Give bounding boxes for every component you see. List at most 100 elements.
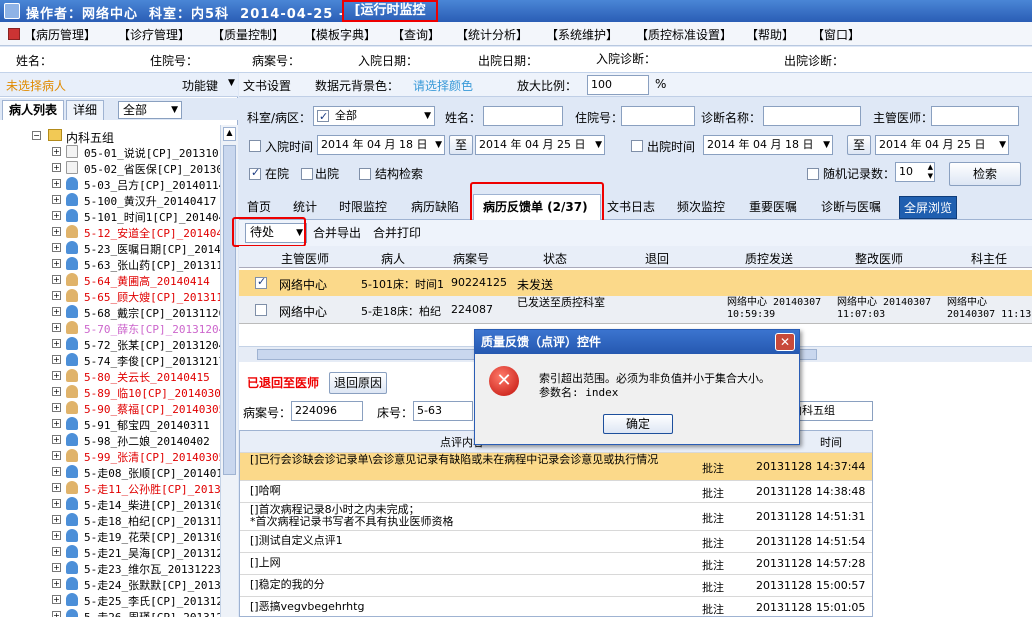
menu-treatment[interactable]: 【诊疗管理】	[118, 26, 190, 43]
random-count-input[interactable]: 10 ▲ ▼	[895, 162, 935, 182]
expand-icon[interactable]: +	[52, 179, 61, 188]
menu-window[interactable]: 【窗口】	[812, 26, 860, 43]
menu-help[interactable]: 【帮助】	[746, 26, 794, 43]
in-hosp-checkbox[interactable]	[249, 166, 261, 180]
expand-icon[interactable]: +	[52, 339, 61, 348]
expand-icon[interactable]: +	[52, 323, 61, 332]
list-item[interactable]: +5-80_关云长_20140415	[0, 368, 220, 384]
close-icon[interactable]: ✕	[775, 333, 795, 351]
list-item[interactable]: +5-走24_张默默[CP]_2013	[0, 576, 220, 592]
list-item[interactable]: +5-走14_柴进[CP]_201310	[0, 496, 220, 512]
func-dropdown-icon[interactable]: ▼	[228, 78, 235, 88]
list-item[interactable]: +5-65_顾大嫂[CP]_201311	[0, 288, 220, 304]
scroll-thumb[interactable]	[223, 145, 236, 475]
list-item[interactable]: +5-走08_张顺[CP]_201401	[0, 464, 220, 480]
diag-input[interactable]	[763, 106, 861, 126]
expand-icon[interactable]: +	[52, 579, 61, 588]
list-item[interactable]: +5-走21_吴海[CP]_201312	[0, 544, 220, 560]
row-checkbox[interactable]	[255, 275, 267, 289]
table-row[interactable]: []测试自定义点评1 批注 20131128 14:51:54	[240, 531, 872, 553]
dis-to-date[interactable]: 2014 年 04 月 25 日 ▼	[875, 135, 1009, 155]
random-checkbox[interactable]	[807, 168, 819, 180]
list-item[interactable]: +5-72_张某[CP]_20131204	[0, 336, 220, 352]
expand-icon[interactable]: +	[52, 147, 61, 156]
expand-icon[interactable]: +	[52, 211, 61, 220]
doctor-input[interactable]	[931, 106, 1019, 126]
expand-icon[interactable]: +	[52, 563, 61, 572]
tab-defects[interactable]: 病历缺陷	[411, 198, 459, 215]
list-item[interactable]: +5-走23_维尔瓦_20131223	[0, 560, 220, 576]
merge-export-button[interactable]: 合并导出	[313, 224, 361, 241]
tab-fullscreen[interactable]: 全屏浏览	[899, 196, 958, 219]
list-item[interactable]: +5-走11_公孙胜[CP]_2013	[0, 480, 220, 496]
menu-stats[interactable]: 【统计分析】	[456, 26, 528, 43]
tab-home[interactable]: 首页	[247, 198, 271, 215]
expand-icon[interactable]: +	[52, 515, 61, 524]
list-item[interactable]: +5-90_蔡福[CP]_20140305	[0, 400, 220, 416]
tab-stats[interactable]: 统计	[293, 198, 317, 215]
search-button[interactable]: 检索	[949, 162, 1021, 186]
dis-from-date[interactable]: 2014 年 04 月 18 日 ▼	[703, 135, 833, 155]
expand-icon[interactable]: +	[52, 499, 61, 508]
case-input[interactable]: 224096	[291, 401, 363, 421]
tab-doc-log[interactable]: 文书日志	[607, 198, 655, 215]
list-item[interactable]: +5-91_郁宝四_20140311	[0, 416, 220, 432]
row-checkbox[interactable]	[255, 304, 267, 316]
table-row[interactable]: []恶搞vegvbegehrhtg 批注 20131128 15:01:05	[240, 597, 872, 617]
table-row[interactable]: 网络中心 5-走18床：柏纪 224087 已发送至质控科室 网络中心 2014…	[239, 296, 1032, 324]
list-item[interactable]: +5-99_张清[CP]_20140305	[0, 448, 220, 464]
list-item[interactable]: +5-98_孙二娘_20140402	[0, 432, 220, 448]
list-item[interactable]: +05-01_说说[CP]_2013101	[0, 144, 220, 160]
list-item[interactable]: +5-63_张山药[CP]_201311	[0, 256, 220, 272]
tab-orders[interactable]: 重要医嘱	[749, 198, 797, 215]
out-hosp-checkbox[interactable]	[301, 168, 313, 180]
tab-diagnosis[interactable]: 诊断与医嘱	[821, 198, 881, 215]
table-row[interactable]: 网络中心 5-101床：时间1 90224125 未发送	[239, 270, 1032, 296]
expand-icon[interactable]: +	[52, 371, 61, 380]
bed-input[interactable]	[621, 106, 695, 126]
menu-quality[interactable]: 【质量控制】	[212, 26, 284, 43]
dept-select[interactable]: 全部 ▼	[313, 106, 435, 126]
list-item[interactable]: +5-100_黄汉升_20140417	[0, 192, 220, 208]
spinner-icon[interactable]: ▲ ▼	[928, 163, 933, 181]
doc-settings-button[interactable]: 文书设置	[243, 77, 291, 94]
menu-system[interactable]: 【系统维护】	[546, 26, 618, 43]
expand-icon[interactable]: +	[52, 483, 61, 492]
expand-icon[interactable]: +	[52, 291, 61, 300]
list-item[interactable]: +5-70_薛东[CP]_20131204	[0, 320, 220, 336]
discharge-time-checkbox[interactable]	[631, 140, 643, 152]
tab-patient-list[interactable]: 病人列表	[2, 100, 65, 120]
list-item[interactable]: +5-74_李俊[CP]_20131217	[0, 352, 220, 368]
table-row[interactable]: []稳定的我的分 批注 20131128 15:00:57	[240, 575, 872, 597]
tab-detail[interactable]: 详细	[66, 100, 105, 120]
tree-root[interactable]: − 内科五组	[0, 128, 220, 145]
expand-icon[interactable]: +	[52, 467, 61, 476]
expand-icon[interactable]: +	[52, 355, 61, 364]
list-item[interactable]: +5-走19_花荣[CP]_201310	[0, 528, 220, 544]
list-item[interactable]: +5-23_医嘱日期[CP]_2014	[0, 240, 220, 256]
struct-search-checkbox[interactable]	[359, 168, 371, 180]
list-item[interactable]: +5-64_黄圃高_20140414	[0, 272, 220, 288]
admit-to-date[interactable]: 2014 年 04 月 25 日 ▼	[475, 135, 605, 155]
menu-record[interactable]: 【病历管理】	[24, 26, 96, 43]
menu-query[interactable]: 【查询】	[392, 26, 440, 43]
expand-icon[interactable]: +	[52, 227, 61, 236]
list-item[interactable]: +5-12_安道全[CP]_201404	[0, 224, 220, 240]
expand-icon[interactable]: +	[52, 451, 61, 460]
expand-icon[interactable]: +	[52, 595, 61, 604]
list-item[interactable]: +5-走25_李氏[CP]_201312	[0, 592, 220, 608]
zoom-input[interactable]: 100	[587, 75, 649, 95]
func-key-button[interactable]: 功能键	[182, 77, 218, 94]
return-reason-button[interactable]: 退回原因	[329, 372, 387, 394]
table-row[interactable]: []已行会诊缺会诊记录单\会诊意见记录有缺陷或未在病程中记录会诊意见或执行情况批…	[240, 453, 872, 481]
list-item[interactable]: +5-走26_周瑾[CP]_201312	[0, 608, 220, 617]
expand-icon[interactable]: +	[52, 275, 61, 284]
collapse-icon[interactable]: −	[32, 131, 41, 140]
list-filter-select[interactable]: 全部 ▼	[118, 101, 182, 119]
tab-time-monitor[interactable]: 时限监控	[339, 198, 387, 215]
expand-icon[interactable]: +	[52, 163, 61, 172]
scroll-up-icon[interactable]: ▲	[223, 127, 236, 141]
expand-icon[interactable]: +	[52, 243, 61, 252]
menu-template[interactable]: 【模板字典】	[304, 26, 376, 43]
expand-icon[interactable]: +	[52, 307, 61, 316]
